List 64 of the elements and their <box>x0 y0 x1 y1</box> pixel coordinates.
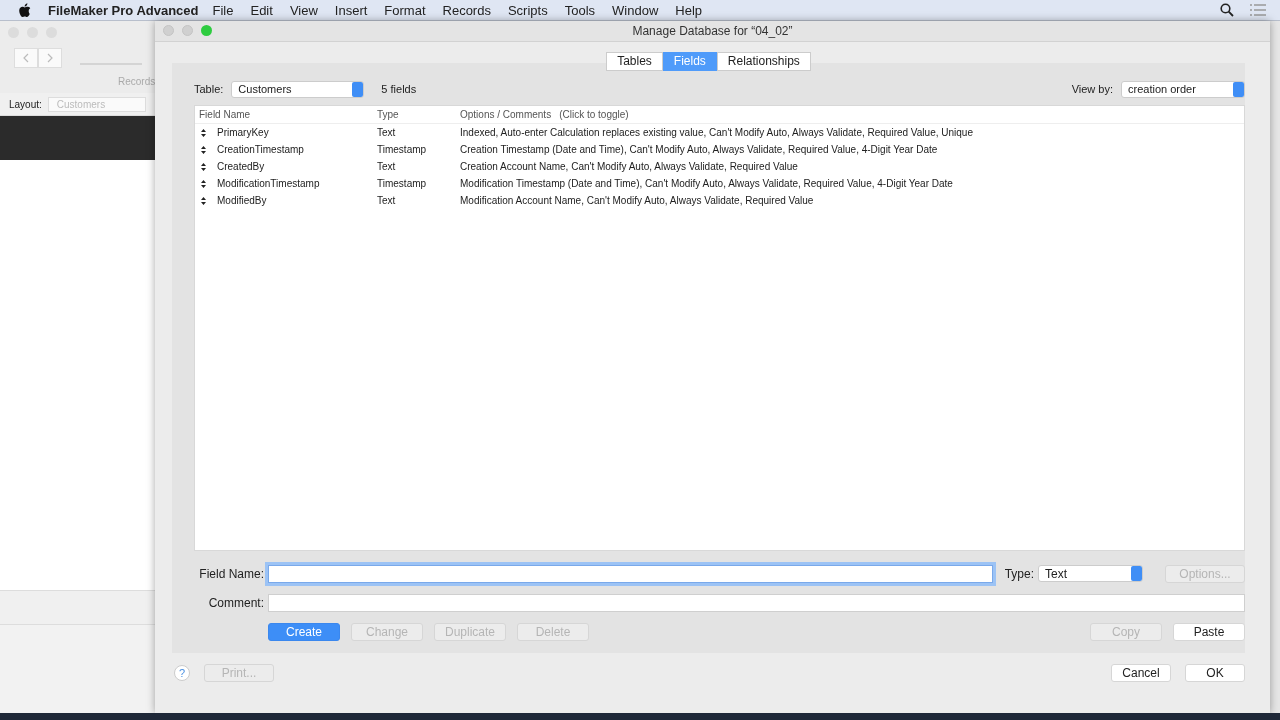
reorder-handle-icon[interactable] <box>201 145 206 154</box>
dialog-button[interactable]: OK <box>1185 664 1245 682</box>
view-by-dropdown[interactable]: creation order <box>1121 80 1245 98</box>
forward-button[interactable] <box>38 48 62 68</box>
chevron-right-icon <box>47 53 53 63</box>
reorder-handle-icon[interactable] <box>201 128 206 137</box>
type-label: Type: <box>1004 566 1034 581</box>
field-name-cell: PrimaryKey <box>217 127 269 138</box>
chevron-left-icon <box>23 53 29 63</box>
search-icon[interactable] <box>1220 3 1234 17</box>
field-name-cell: CreationTimestamp <box>217 144 304 155</box>
column-header[interactable]: Field Name <box>199 109 251 120</box>
field-options-cell: Indexed, Auto-enter Calculation replaces existing value, Can't Modify Auto, Always Validate, Required Value, Unique <box>460 127 973 138</box>
column-header[interactable]: Options / Comments <box>460 109 552 120</box>
reorder-handle-icon[interactable] <box>201 162 206 171</box>
close-window-button[interactable] <box>163 25 174 36</box>
field-count: 5 fields <box>381 83 417 95</box>
minimize-window-button[interactable] <box>182 25 193 36</box>
reorder-handle-icon[interactable] <box>201 179 206 188</box>
menu-item[interactable]: Insert <box>334 2 368 18</box>
menu-item[interactable]: Window <box>612 2 659 18</box>
menu-item[interactable]: Help <box>675 2 703 18</box>
back-button[interactable] <box>14 48 38 68</box>
tab[interactable]: Tables <box>606 52 663 71</box>
toggle-hint[interactable]: (Click to toggle) <box>559 109 629 120</box>
field-type-cell: Timestamp <box>377 144 427 155</box>
menu-item[interactable]: Tools <box>564 2 596 18</box>
field-options-cell: Modification Timestamp (Date and Time), Can't Modify Auto, Always Validate, Required Value, 4-Digit Year Date <box>460 178 953 189</box>
view-by-label: View by: <box>1071 83 1113 95</box>
menu-item[interactable]: File <box>212 2 234 18</box>
zoom-window-button[interactable] <box>201 25 212 36</box>
comment-input[interactable] <box>268 593 1245 612</box>
column-header[interactable]: Type <box>377 109 399 120</box>
field-name-input[interactable] <box>268 564 993 583</box>
field-type-cell: Timestamp <box>377 178 427 189</box>
window-title: Manage Database for “04_02” <box>632 24 793 38</box>
field-options-cell: Modification Account Name, Can't Modify Auto, Always Validate, Required Value <box>460 195 814 206</box>
app-menu[interactable]: FileMaker Pro Advanced <box>48 2 199 18</box>
help-button[interactable]: ? <box>174 665 190 681</box>
field-type-cell: Text <box>377 161 396 172</box>
table-dropdown[interactable]: Customers <box>231 80 365 98</box>
layout-label: Layout: <box>9 98 42 110</box>
field-name-cell: ModificationTimestamp <box>217 178 320 189</box>
field-options-cell: Creation Account Name, Can't Modify Auto, Always Validate, Required Value <box>460 161 798 172</box>
type-dropdown[interactable]: Text <box>1038 565 1143 582</box>
tab[interactable]: Relationships <box>716 52 811 71</box>
table-label: Table: <box>194 83 224 95</box>
field-name-cell: ModifiedBy <box>217 195 267 206</box>
list-icon[interactable] <box>1250 4 1266 16</box>
dialog-button[interactable]: Cancel <box>1111 664 1171 682</box>
comment-label: Comment: <box>207 595 264 610</box>
menu-item[interactable]: Scripts <box>507 2 548 18</box>
field-type-cell: Text <box>377 195 396 206</box>
field-name-cell: CreatedBy <box>217 161 265 172</box>
menu-item[interactable]: View <box>289 2 318 18</box>
menu-item[interactable]: Records <box>442 2 491 18</box>
field-name-label: Field Name: <box>198 566 264 581</box>
menu-item[interactable]: Format <box>384 2 426 18</box>
field-options-cell: Creation Timestamp (Date and Time), Can't Modify Auto, Always Validate, Required Value, 4-Digit Year Date <box>460 144 938 155</box>
field-type-cell: Text <box>377 127 396 138</box>
reorder-handle-icon[interactable] <box>201 196 206 205</box>
apple-logo-icon[interactable] <box>18 2 31 18</box>
menu-item[interactable]: Edit <box>250 2 273 18</box>
clipboard-button[interactable]: Paste <box>1173 623 1245 641</box>
